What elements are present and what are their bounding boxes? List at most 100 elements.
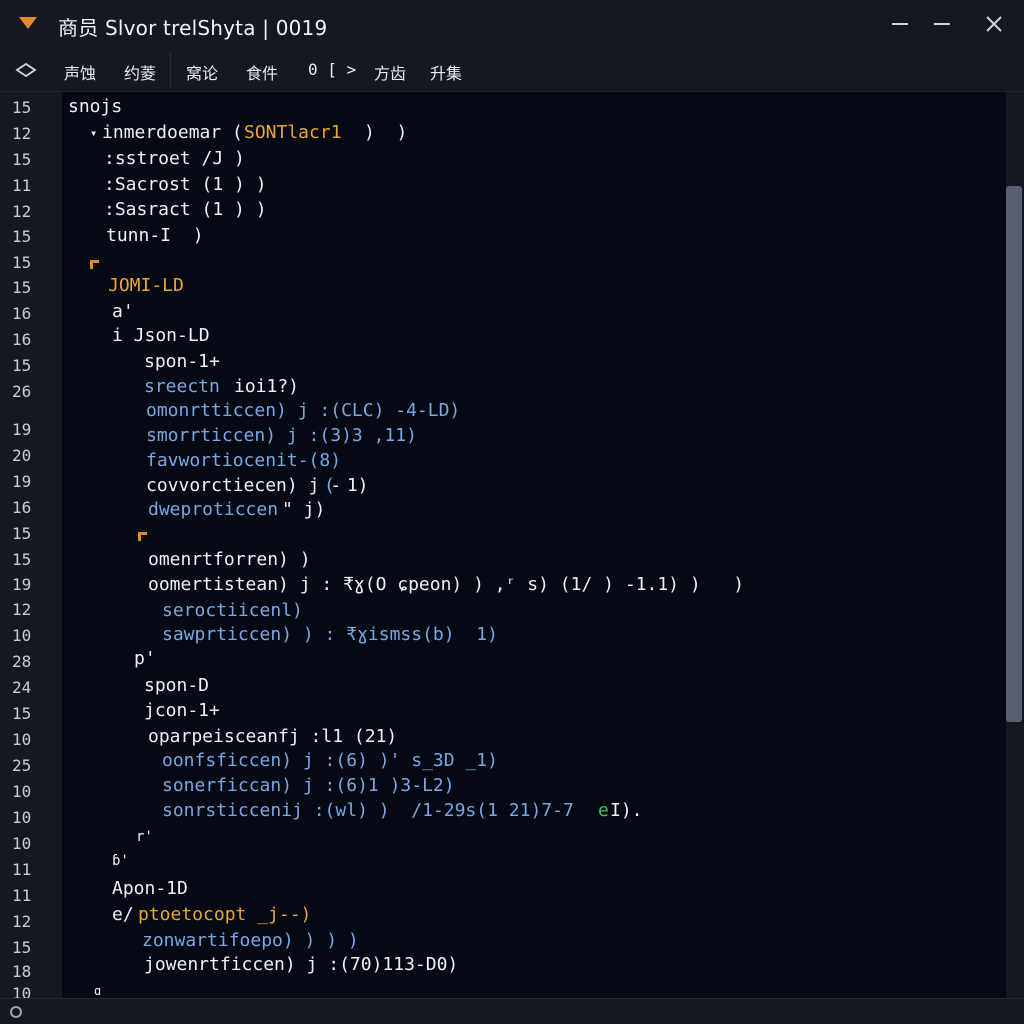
close-button[interactable] — [980, 10, 1008, 38]
code-line: sonrsticcenij :(wl) ) /1-29s(1 21)7-7 — [162, 800, 574, 821]
code-line: oonfsficcen) j :(6) )' s_3D _1) — [162, 750, 498, 771]
code-line: spon-D — [144, 675, 210, 696]
line-number: 10 — [12, 626, 32, 645]
fold-marker-icon[interactable] — [138, 532, 147, 541]
code-keyword: SONTlacr1 — [244, 122, 342, 143]
line-number: 10 — [12, 984, 32, 998]
window-title: 商员 Slvor trelShyta | 0019 — [58, 16, 328, 40]
line-number: 16 — [12, 304, 32, 323]
code-line: sawprticcen) ) : ₹ɣismss(b) 1) — [162, 624, 498, 645]
maximize-button[interactable] — [928, 10, 956, 38]
line-number: 15 — [12, 938, 32, 957]
line-number: 12 — [12, 600, 32, 619]
code-line: omenrtforren) ) — [148, 549, 311, 570]
eye-icon[interactable] — [14, 59, 38, 81]
line-number: 11 — [12, 176, 32, 195]
code-line: e/ — [112, 904, 134, 925]
vertical-scrollbar-thumb[interactable] — [1006, 186, 1022, 722]
line-number: 12 — [12, 912, 32, 931]
code-line: ) ) — [364, 122, 408, 143]
code-line: snojs — [68, 96, 123, 117]
line-number: 10 — [12, 808, 32, 827]
line-number: 12 — [12, 124, 32, 143]
line-number: 16 — [12, 498, 32, 517]
menu-separator — [170, 52, 171, 88]
code-line: tunn-I ) — [106, 225, 204, 246]
chevron-down-icon[interactable] — [18, 15, 38, 31]
code-editor[interactable]: snojs ▾ inmerdoemar ( SONTlacr1 ) ) :sst… — [62, 92, 1006, 998]
code-keyword: JOMI-LD — [108, 275, 184, 296]
line-number: 25 — [12, 756, 32, 775]
fold-marker-icon[interactable] — [90, 260, 99, 269]
close-icon — [986, 16, 1002, 32]
line-number: 10 — [12, 730, 32, 749]
line-number: 19 — [12, 575, 32, 594]
menu-item-6[interactable]: 方齿 — [374, 60, 406, 84]
line-number: 12 — [12, 202, 32, 221]
line-number: 15 — [12, 227, 32, 246]
code-line: spon-1+ — [144, 351, 220, 372]
line-number: 15 — [12, 550, 32, 569]
line-number: 15 — [12, 356, 32, 375]
code-line: r' — [136, 829, 153, 845]
code-line: jcon-1+ — [144, 700, 220, 721]
menu-item-5[interactable]: 0 [ > — [308, 60, 356, 79]
menu-item-7[interactable]: 升集 — [430, 60, 462, 84]
code-line: :Sasract (1 ) ) — [104, 199, 267, 220]
code-line: " j) — [282, 499, 326, 520]
code-line: :Sacrost (1 ) ) — [104, 174, 267, 195]
code-keyword: e — [598, 800, 609, 821]
line-number: 10 — [12, 782, 32, 801]
code-line: p' — [134, 648, 156, 669]
code-line: ɓ' — [112, 853, 129, 869]
line-number: 10 — [12, 834, 32, 853]
line-number: 15 — [12, 278, 32, 297]
line-number: 19 — [12, 472, 32, 491]
menu-bar: 声蚀 约菱 窝论 食件 0 [ > 方齿 升集 — [0, 48, 1024, 92]
code-line: favwortiocenit-(8) — [146, 450, 342, 471]
menu-item-1[interactable]: 声蚀 — [64, 60, 96, 84]
line-number: 26 — [12, 382, 32, 401]
code-line: i Json-LD — [112, 325, 210, 346]
line-number: 11 — [12, 886, 32, 905]
code-line: ioi1?) — [234, 376, 300, 397]
line-number: 18 — [12, 962, 32, 981]
code-keyword: dweproticcen — [148, 499, 279, 520]
code-line: :sstroet /J ) — [104, 148, 245, 169]
code-line: 1) — [336, 475, 369, 496]
line-number: 15 — [12, 98, 32, 117]
line-number-gutter: 15 12 15 11 12 15 15 15 16 16 15 26 19 2… — [0, 92, 62, 998]
code-keyword: ( — [324, 475, 335, 496]
code-line: jowenrtficcen) j :(70)113-D0) — [144, 954, 459, 975]
line-number: 15 — [12, 704, 32, 723]
code-line: omonrtticcen) j :(CLC) -4-LD) — [146, 400, 461, 421]
fold-marker-icon[interactable]: ▾ — [90, 122, 97, 144]
line-number: 15 — [12, 253, 32, 272]
code-line: Apon-1D — [112, 878, 188, 899]
code-line: zonwartifoepo) ) ) ) — [142, 930, 359, 951]
line-number: 11 — [12, 860, 32, 879]
circle-icon[interactable] — [10, 1006, 22, 1018]
code-line: smorrticcen) j :(3)3 ,11) — [146, 425, 417, 446]
code-line: covvorctiecen) j - — [146, 475, 342, 496]
code-line: sonerficcan) j :(6)1 )3-L2) — [162, 775, 455, 796]
title-bar: 商员 Slvor trelShyta | 0019 — [0, 0, 1024, 48]
maximize-icon — [934, 23, 950, 25]
minimize-icon — [892, 23, 908, 25]
code-line: a' — [112, 301, 134, 322]
line-number: 15 — [12, 524, 32, 543]
line-number: 15 — [12, 150, 32, 169]
line-number: 20 — [12, 446, 32, 465]
code-line: oomertistean) j : ₹ɣ(O ɕpeon) ) ,ʳ s) (1… — [148, 574, 745, 595]
code-line: inmerdoemar ( — [102, 122, 243, 143]
menu-item-3[interactable]: 窝论 — [186, 60, 218, 84]
line-number: 16 — [12, 330, 32, 349]
code-keyword: ptoetocopt _j--) — [138, 904, 312, 925]
code-line: oparpeisceanfj :l1 (21) — [148, 726, 398, 747]
status-bar — [0, 998, 1024, 1024]
menu-item-4[interactable]: 食件 — [246, 60, 278, 84]
line-number: 28 — [12, 652, 32, 671]
minimize-button[interactable] — [886, 10, 914, 38]
line-number: 24 — [12, 678, 32, 697]
menu-item-2[interactable]: 约菱 — [124, 60, 156, 84]
